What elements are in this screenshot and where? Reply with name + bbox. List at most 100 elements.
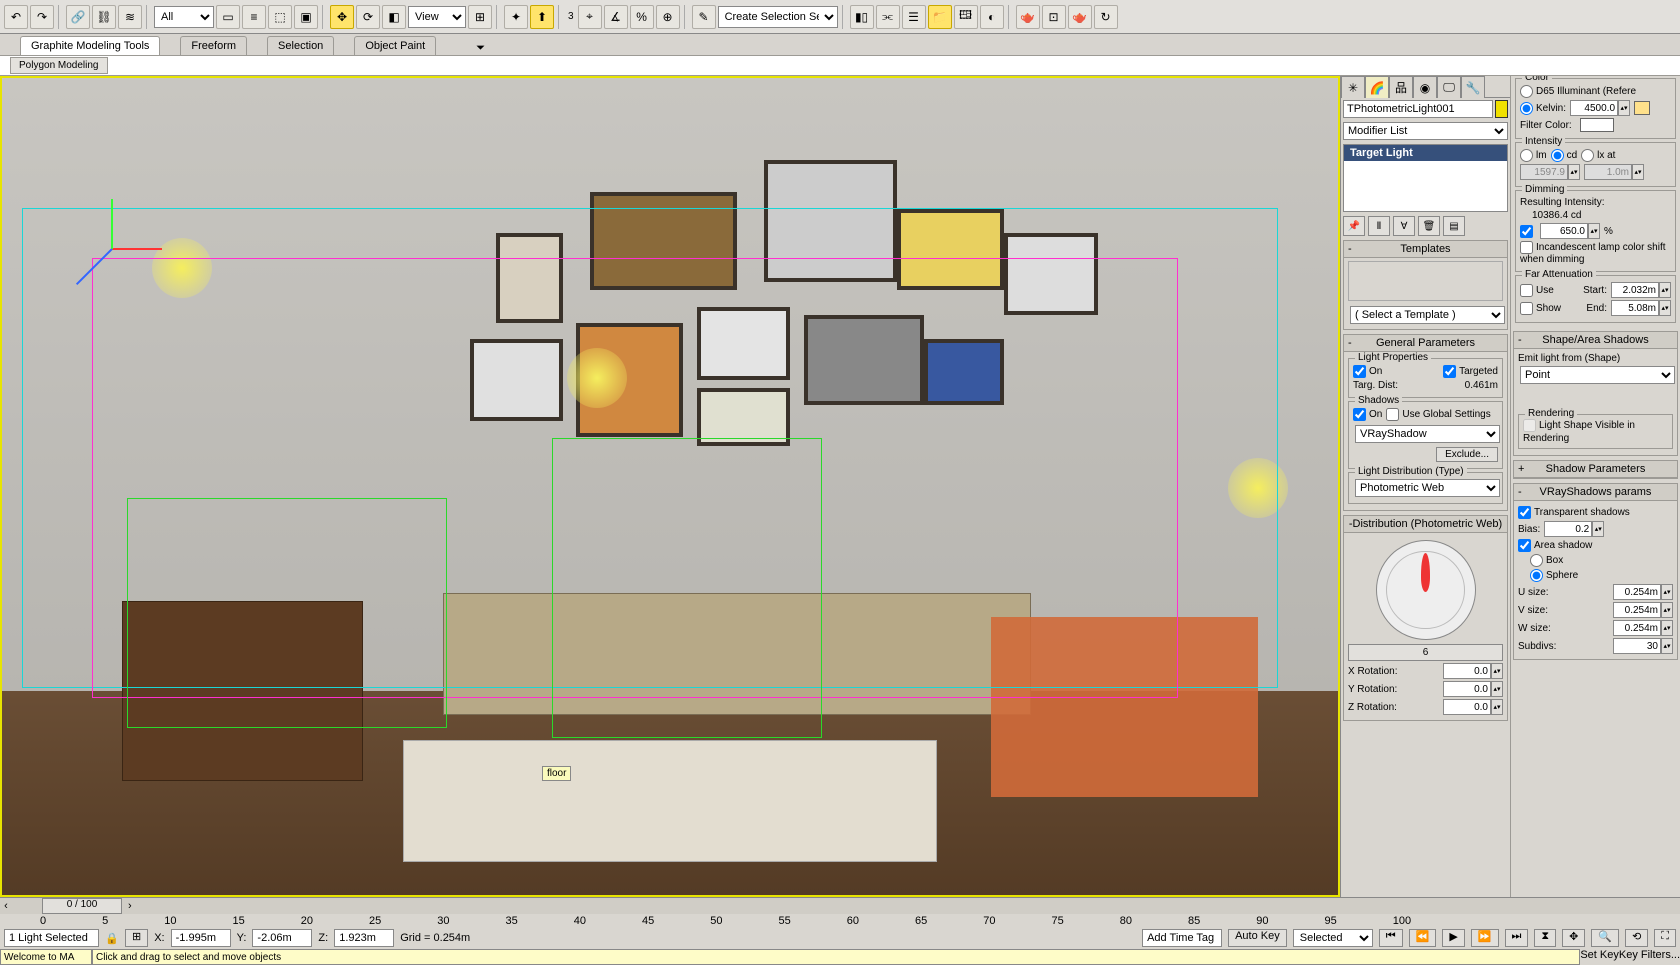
far-start-spinner[interactable]: ▴▾ xyxy=(1611,282,1671,298)
named-selection-combo[interactable]: Create Selection Se xyxy=(718,6,838,28)
show-result-icon[interactable]: Ⅱ xyxy=(1368,216,1390,236)
dimming-pct-spinner[interactable]: ▴▾ xyxy=(1540,223,1600,239)
select-icon[interactable]: ▭ xyxy=(216,5,240,29)
kelvin-spinner[interactable]: ▴▾ xyxy=(1570,100,1630,116)
pivot-icon[interactable]: ⊞ xyxy=(468,5,492,29)
u-size-spinner[interactable]: ▴▾ xyxy=(1613,584,1673,600)
intensity-spinner[interactable]: ▴▾ xyxy=(1520,164,1580,180)
modifier-list-combo[interactable]: Modifier List xyxy=(1343,122,1508,140)
time-slider-knob[interactable]: 0 / 100 xyxy=(42,898,122,914)
select-rect-icon[interactable]: ⬚ xyxy=(268,5,292,29)
curve-editor-icon[interactable]: 📁 xyxy=(928,5,952,29)
use-global-checkbox[interactable]: Use Global Settings xyxy=(1386,408,1490,421)
setkey-button[interactable]: Set Key xyxy=(1580,949,1619,965)
material-editor-icon[interactable]: ◐ xyxy=(980,5,1004,29)
targeted-checkbox[interactable]: Targeted xyxy=(1443,365,1498,378)
ribbon-tab-objectpaint[interactable]: Object Paint xyxy=(354,36,436,55)
link-icon[interactable]: 🔗 xyxy=(66,5,90,29)
shadows-on-checkbox[interactable]: On xyxy=(1353,408,1382,421)
z-rotation-spinner[interactable]: ▴▾ xyxy=(1443,699,1503,715)
incandescent-shift-checkbox[interactable]: Incandescent lamp color shift when dimmi… xyxy=(1520,241,1671,265)
subribbon-polygon-modeling[interactable]: Polygon Modeling xyxy=(10,57,108,74)
exclude-button[interactable]: Exclude... xyxy=(1436,447,1498,462)
render-setup-icon[interactable]: 🫖 xyxy=(1016,5,1040,29)
autokey-button[interactable]: Auto Key xyxy=(1228,929,1287,947)
filter-color-swatch[interactable] xyxy=(1580,118,1614,132)
pin-stack-icon[interactable]: 📌 xyxy=(1343,216,1365,236)
far-show-checkbox[interactable]: Show xyxy=(1520,302,1561,315)
keyboard-shortcut-icon[interactable]: ⬆ xyxy=(530,5,554,29)
far-end-spinner[interactable]: ▴▾ xyxy=(1611,300,1671,316)
manip-icon[interactable]: ✦ xyxy=(504,5,528,29)
layers-icon[interactable]: ☰ xyxy=(902,5,926,29)
keyfilters-button[interactable]: Key Filters... xyxy=(1619,949,1680,965)
named-sel-edit-icon[interactable]: ✎ xyxy=(692,5,716,29)
z-coord-field[interactable]: 1.923m xyxy=(334,929,394,947)
spinner-snap-icon[interactable]: ⊕ xyxy=(656,5,680,29)
kelvin-swatch[interactable] xyxy=(1634,101,1650,115)
bias-spinner[interactable]: ▴▾ xyxy=(1544,521,1604,537)
tab-display-icon[interactable]: 🖵 xyxy=(1437,76,1461,98)
rotate-icon[interactable]: ⟳ xyxy=(356,5,380,29)
y-coord-field[interactable]: -2.06m xyxy=(252,929,312,947)
nav-max-icon[interactable]: ⛶ xyxy=(1654,929,1676,947)
scale-icon[interactable]: ◧ xyxy=(382,5,406,29)
web-file-button[interactable]: 6 xyxy=(1348,644,1503,661)
tab-utilities-icon[interactable]: 🔧 xyxy=(1461,76,1485,98)
v-size-spinner[interactable]: ▴▾ xyxy=(1613,602,1673,618)
sphere-radio[interactable]: Sphere xyxy=(1530,569,1578,582)
timeslider-next-icon[interactable]: › xyxy=(128,900,132,912)
bind-icon[interactable]: ≋ xyxy=(118,5,142,29)
x-rotation-spinner[interactable]: ▴▾ xyxy=(1443,663,1503,679)
add-time-tag[interactable]: Add Time Tag xyxy=(1142,929,1222,947)
nav-pan-icon[interactable]: ✥ xyxy=(1562,929,1585,947)
box-radio[interactable]: Box xyxy=(1530,554,1563,567)
unit-lm-radio[interactable]: lm xyxy=(1520,149,1547,162)
redo-icon[interactable]: ↷ xyxy=(30,5,54,29)
y-rotation-spinner[interactable]: ▴▾ xyxy=(1443,681,1503,697)
transparent-shadows-checkbox[interactable]: Transparent shadows xyxy=(1518,506,1630,519)
modifier-stack-item[interactable]: Target Light xyxy=(1344,145,1507,161)
tab-modify-icon[interactable]: 🌈 xyxy=(1365,76,1389,98)
time-ruler[interactable]: 0510152025303540455055606570758085909510… xyxy=(0,914,1680,927)
make-unique-icon[interactable]: ∀ xyxy=(1393,216,1415,236)
kelvin-radio[interactable]: Kelvin: xyxy=(1520,102,1566,115)
play-next-icon[interactable]: ⏩ xyxy=(1471,929,1499,947)
area-shadow-checkbox[interactable]: Area shadow xyxy=(1518,539,1592,552)
configure-sets-icon[interactable]: ▤ xyxy=(1443,216,1465,236)
move-icon[interactable]: ✥ xyxy=(330,5,354,29)
far-use-checkbox[interactable]: Use xyxy=(1520,284,1554,297)
play-prev-icon[interactable]: ⏪ xyxy=(1409,929,1437,947)
modifier-stack[interactable]: Target Light xyxy=(1343,144,1508,212)
shadow-type-combo[interactable]: VRayShadow xyxy=(1355,425,1500,443)
intensity-dist-spinner[interactable]: ▴▾ xyxy=(1584,164,1644,180)
subdivs-spinner[interactable]: ▴▾ xyxy=(1613,638,1673,654)
ribbon-tab-selection[interactable]: Selection xyxy=(267,36,334,55)
angle-snap-icon[interactable]: ∡ xyxy=(604,5,628,29)
template-select[interactable]: ( Select a Template ) xyxy=(1350,306,1505,324)
coord-display-icon[interactable]: ⊞ xyxy=(125,929,148,947)
snap-icon[interactable]: ⌖ xyxy=(578,5,602,29)
object-name-field[interactable] xyxy=(1343,100,1493,118)
light-distribution-combo[interactable]: Photometric Web xyxy=(1355,479,1500,497)
viewport-camera[interactable]: [ + ] [ VRayPhysicalCamera001 ] [ Smooth… xyxy=(0,76,1340,897)
render-last-icon[interactable]: ↻ xyxy=(1094,5,1118,29)
maxscript-mini[interactable] xyxy=(0,949,92,965)
undo-icon[interactable]: ↶ xyxy=(4,5,28,29)
unit-cd-radio[interactable]: cd xyxy=(1551,149,1578,162)
unlink-icon[interactable]: ⛓ xyxy=(92,5,116,29)
template-list[interactable] xyxy=(1348,261,1503,301)
d65-radio[interactable]: D65 Illuminant (Refere xyxy=(1520,85,1636,98)
render-frame-icon[interactable]: ⊡ xyxy=(1042,5,1066,29)
dimming-enable-checkbox[interactable] xyxy=(1520,225,1533,238)
timeslider-prev-icon[interactable]: ‹ xyxy=(0,900,12,912)
play-end-icon[interactable]: ⏭ xyxy=(1505,929,1529,947)
ribbon-tab-freeform[interactable]: Freeform xyxy=(180,36,247,55)
select-name-icon[interactable]: ≡ xyxy=(242,5,266,29)
w-size-spinner[interactable]: ▴▾ xyxy=(1613,620,1673,636)
remove-mod-icon[interactable]: 🗑 xyxy=(1418,216,1440,236)
render-icon[interactable]: 🫖 xyxy=(1068,5,1092,29)
move-gizmo[interactable] xyxy=(72,208,152,288)
object-color-swatch[interactable] xyxy=(1495,100,1508,118)
window-crossing-icon[interactable]: ▣ xyxy=(294,5,318,29)
